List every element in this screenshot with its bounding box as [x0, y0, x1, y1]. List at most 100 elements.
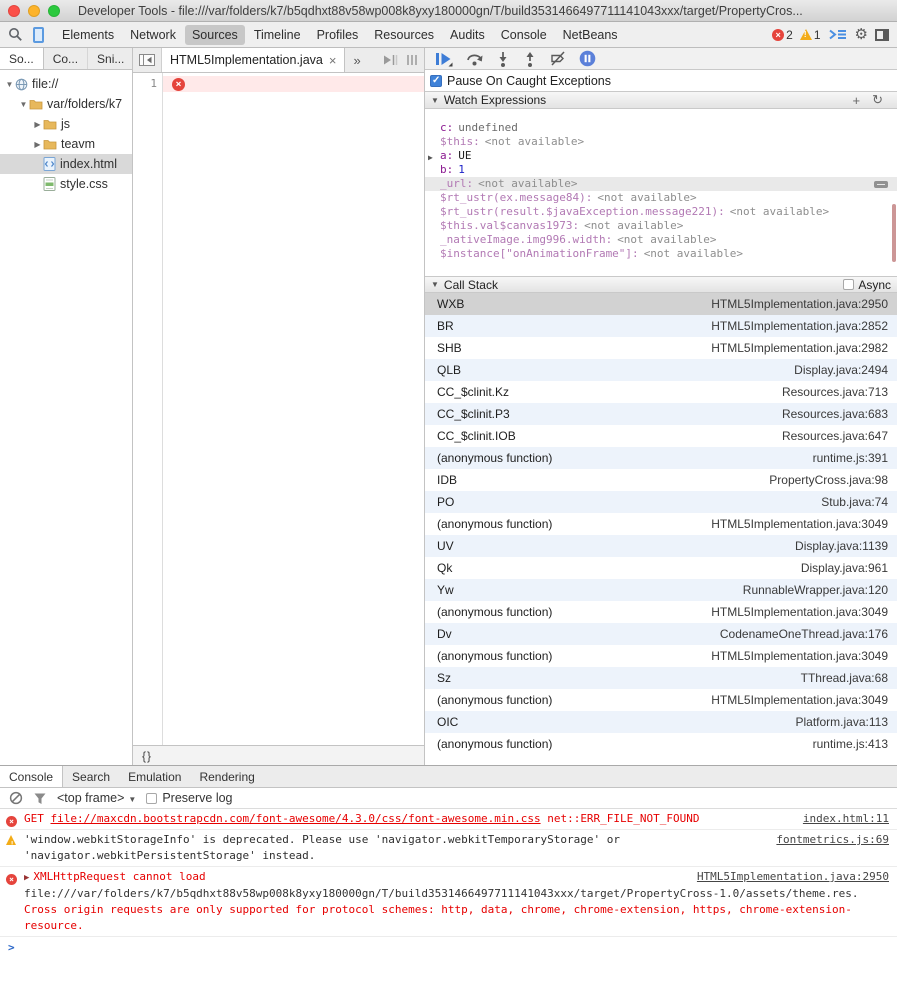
settings-gear-icon[interactable]: ⚙: [855, 27, 868, 42]
filter-icon[interactable]: [33, 792, 47, 805]
frame-location[interactable]: HTML5Implementation.java:3049: [711, 649, 888, 663]
zoom-window-button[interactable]: [48, 5, 60, 17]
message-url-link[interactable]: file://maxcdn.bootstrapcdn.com/font-awes…: [51, 812, 541, 825]
pause-on-caught-checkbox[interactable]: [430, 75, 442, 87]
pause-on-exceptions-button[interactable]: [579, 50, 596, 67]
frame-location[interactable]: RunnableWrapper.java:120: [743, 583, 888, 597]
tree-item-var-folders[interactable]: ▼ var/folders/k7: [0, 94, 132, 114]
frame-location[interactable]: HTML5Implementation.java:3049: [711, 693, 888, 707]
tab-network[interactable]: Network: [123, 25, 183, 45]
drawer-tab-console[interactable]: Console: [0, 766, 63, 787]
expand-arrow-icon[interactable]: ▶: [24, 873, 29, 883]
call-stack-frame[interactable]: CC_$clinit.IOBResources.java:647: [425, 425, 897, 447]
scrollbar-thumb[interactable]: [892, 204, 896, 262]
message-source-link[interactable]: HTML5Implementation.java:2950: [697, 869, 889, 885]
pretty-print-icon[interactable]: {}: [142, 749, 152, 763]
step-out-button[interactable]: [523, 51, 537, 67]
frame-location[interactable]: Display.java:961: [801, 561, 888, 575]
collapse-arrow-icon[interactable]: ▼: [431, 96, 439, 105]
watch-item[interactable]: $rt_ustr(result.$javaException.message22…: [425, 205, 897, 219]
inspect-element-icon[interactable]: [8, 27, 23, 42]
call-stack-frame[interactable]: (anonymous function)runtime.js:413: [425, 733, 897, 755]
call-stack-frame[interactable]: OICPlatform.java:113: [425, 711, 897, 733]
frame-location[interactable]: runtime.js:391: [813, 451, 888, 465]
frame-location[interactable]: HTML5Implementation.java:2852: [711, 319, 888, 333]
expand-arrow-icon[interactable]: ▶: [428, 151, 433, 163]
refresh-watch-icon[interactable]: ↻: [872, 92, 883, 108]
collapse-arrow-icon[interactable]: ▼: [18, 100, 29, 109]
device-mode-icon[interactable]: [33, 27, 44, 43]
step-over-button[interactable]: [466, 51, 483, 66]
tab-elements[interactable]: Elements: [55, 25, 121, 45]
dock-side-icon[interactable]: [875, 29, 889, 41]
close-window-button[interactable]: [8, 5, 20, 17]
tree-item-style-css[interactable]: style.css: [0, 174, 132, 194]
show-preview-icon[interactable]: [382, 54, 398, 66]
step-into-button[interactable]: [496, 51, 510, 67]
call-stack-frame[interactable]: POStub.java:74: [425, 491, 897, 513]
remove-watch-button[interactable]: [874, 181, 888, 188]
watch-item[interactable]: c:undefined: [425, 121, 897, 135]
watch-item[interactable]: $this.val$canvas1973:<not available>: [425, 219, 897, 233]
frame-selector[interactable]: <top frame>▼: [57, 791, 136, 805]
call-stack-frame[interactable]: SzTThread.java:68: [425, 667, 897, 689]
call-stack-frame[interactable]: CC_$clinit.KzResources.java:713: [425, 381, 897, 403]
minimize-window-button[interactable]: [28, 5, 40, 17]
add-watch-icon[interactable]: +: [853, 93, 861, 108]
call-stack-frame[interactable]: DvCodenameOneThread.java:176: [425, 623, 897, 645]
watch-item[interactable]: ▶ a:UE: [425, 149, 897, 163]
call-stack-frame[interactable]: (anonymous function)HTML5Implementation.…: [425, 601, 897, 623]
deactivate-breakpoints-button[interactable]: [550, 51, 566, 66]
tree-item-index-html[interactable]: index.html: [0, 154, 132, 174]
tab-netbeans[interactable]: NetBeans: [556, 25, 625, 45]
async-checkbox[interactable]: [843, 279, 854, 290]
call-stack-header[interactable]: ▼ Call Stack Async: [425, 276, 897, 293]
call-stack-frame[interactable]: BRHTML5Implementation.java:2852: [425, 315, 897, 337]
line-number[interactable]: 1: [150, 77, 157, 90]
call-stack-frame[interactable]: (anonymous function)HTML5Implementation.…: [425, 513, 897, 535]
tab-resources[interactable]: Resources: [367, 25, 441, 45]
console-drawer-icon[interactable]: [828, 28, 848, 41]
frame-location[interactable]: HTML5Implementation.java:2982: [711, 341, 888, 355]
expand-arrow-icon[interactable]: ▶: [32, 140, 43, 149]
tab-audits[interactable]: Audits: [443, 25, 492, 45]
watch-item-selected[interactable]: _url:<not available>: [425, 177, 897, 191]
console-prompt[interactable]: >: [0, 937, 897, 959]
watch-item[interactable]: b:1: [425, 163, 897, 177]
call-stack-frame[interactable]: YwRunnableWrapper.java:120: [425, 579, 897, 601]
watch-item[interactable]: $this:<not available>: [425, 135, 897, 149]
watch-item[interactable]: _nativeImage.img996.width:<not available…: [425, 233, 897, 247]
frame-location[interactable]: HTML5Implementation.java:3049: [711, 517, 888, 531]
line-number-gutter[interactable]: 1: [133, 73, 163, 745]
frame-location[interactable]: HTML5Implementation.java:2950: [711, 297, 888, 311]
call-stack-frame[interactable]: SHBHTML5Implementation.java:2982: [425, 337, 897, 359]
frame-location[interactable]: Resources.java:713: [782, 385, 888, 399]
collapse-arrow-icon[interactable]: ▼: [431, 280, 439, 289]
watch-item[interactable]: $instance["onAnimationFrame"]:<not avail…: [425, 247, 897, 261]
column-layout-icon[interactable]: [406, 54, 418, 66]
call-stack-frame[interactable]: QkDisplay.java:961: [425, 557, 897, 579]
frame-location[interactable]: Platform.java:113: [796, 715, 889, 729]
frame-location[interactable]: PropertyCross.java:98: [769, 473, 888, 487]
frame-location[interactable]: Resources.java:647: [782, 429, 888, 443]
call-stack-frame[interactable]: (anonymous function)HTML5Implementation.…: [425, 645, 897, 667]
code-area[interactable]: [163, 73, 424, 745]
tab-overflow-icon[interactable]: »: [345, 48, 368, 72]
resume-button[interactable]: [435, 51, 453, 67]
frame-location[interactable]: CodenameOneThread.java:176: [720, 627, 888, 641]
hide-navigator-icon[interactable]: [133, 48, 162, 72]
call-stack-frame[interactable]: IDBPropertyCross.java:98: [425, 469, 897, 491]
frame-location[interactable]: Stub.java:74: [821, 495, 888, 509]
error-count-badge[interactable]: 2: [772, 28, 793, 42]
navigator-tab-snippets[interactable]: Sni...: [88, 48, 133, 69]
message-source-link[interactable]: fontmetrics.js:69: [776, 832, 889, 848]
tree-item-teavm[interactable]: ▶ teavm: [0, 134, 132, 154]
call-stack-frame[interactable]: CC_$clinit.P3Resources.java:683: [425, 403, 897, 425]
frame-location[interactable]: Resources.java:683: [782, 407, 888, 421]
call-stack-frame[interactable]: QLBDisplay.java:2494: [425, 359, 897, 381]
navigator-tab-sources[interactable]: So...: [0, 48, 44, 69]
drawer-tab-search[interactable]: Search: [63, 766, 119, 787]
call-stack-frame[interactable]: UVDisplay.java:1139: [425, 535, 897, 557]
message-source-link[interactable]: index.html:11: [803, 811, 889, 827]
call-stack-frame[interactable]: WXBHTML5Implementation.java:2950: [425, 293, 897, 315]
